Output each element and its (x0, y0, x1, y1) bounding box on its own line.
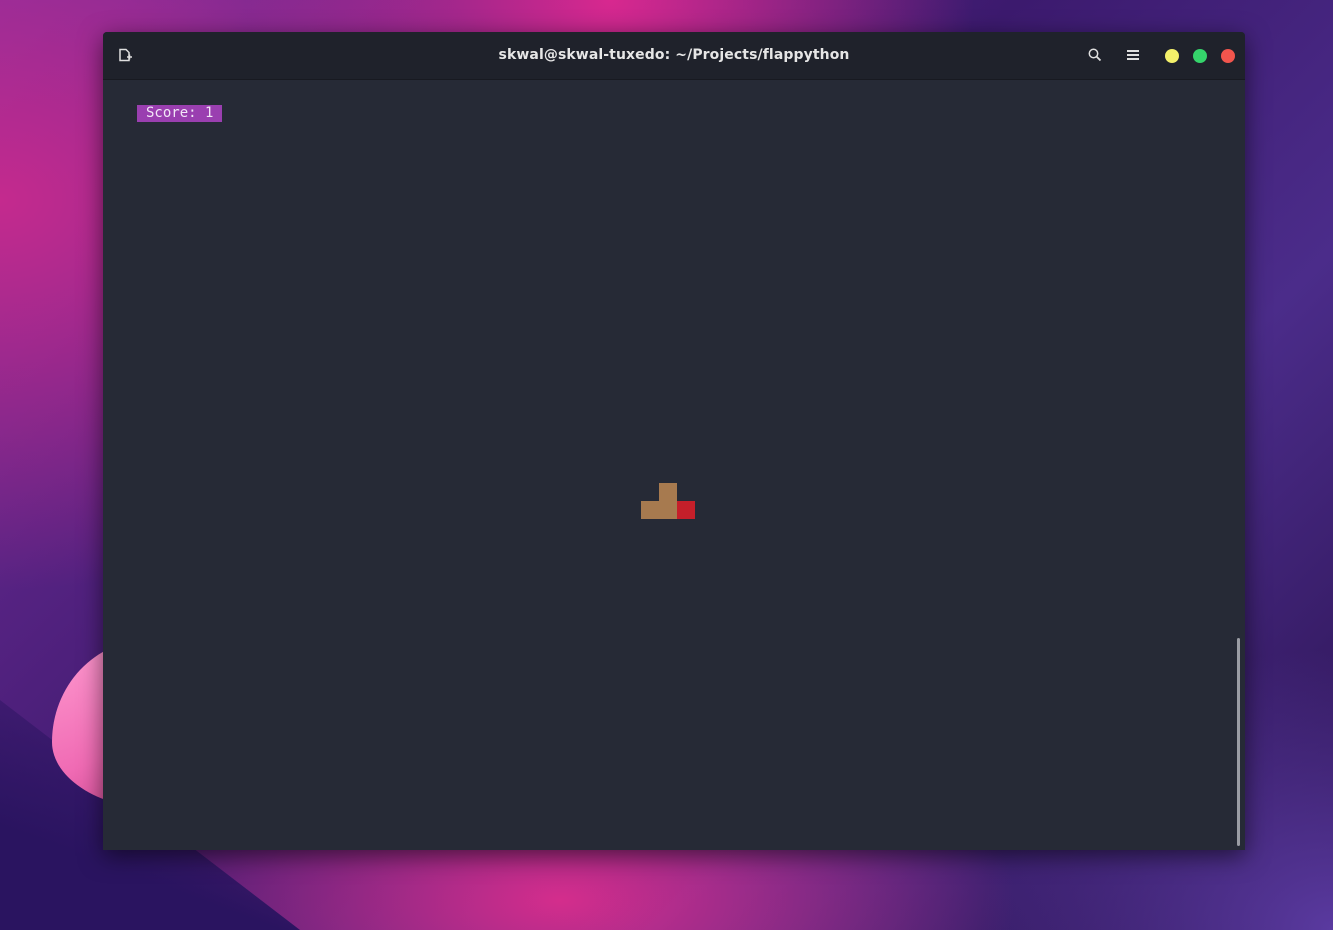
terminal-window: skwal@skwal-tuxedo: ~/Projects/flappytho… (103, 32, 1245, 850)
titlebar: skwal@skwal-tuxedo: ~/Projects/flappytho… (103, 32, 1245, 80)
close-button[interactable] (1221, 49, 1235, 63)
bird-head-block (659, 483, 677, 501)
bird-tail-block (641, 501, 659, 519)
hamburger-menu-icon-glyph (1127, 50, 1139, 60)
search-icon-glyph (1088, 48, 1102, 62)
terminal-area[interactable]: Score: 1 (103, 80, 1245, 850)
bird-sprite (641, 483, 695, 519)
bird-body-block (659, 501, 677, 519)
hamburger-menu-icon[interactable] (1124, 46, 1142, 64)
maximize-button[interactable] (1193, 49, 1207, 63)
window-title: skwal@skwal-tuxedo: ~/Projects/flappytho… (498, 47, 850, 63)
bird-beak-block (677, 501, 695, 519)
score-label: Score: 1 (137, 105, 223, 122)
search-icon[interactable] (1086, 46, 1104, 64)
minimize-button[interactable] (1165, 49, 1179, 63)
vertical-scrollbar[interactable] (1237, 638, 1240, 846)
